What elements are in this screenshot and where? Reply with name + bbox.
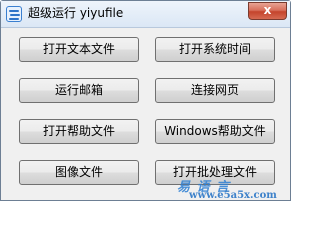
- image-file-button[interactable]: 图像文件: [19, 160, 139, 185]
- window-title: 超级运行 yiyufile: [28, 6, 124, 20]
- close-button[interactable]: x: [248, 2, 287, 20]
- title-bar[interactable]: 超级运行 yiyufile x: [1, 1, 290, 28]
- watermark-url: www.e5a5x.com: [189, 190, 277, 201]
- site-watermark: 易 语 言 www.e5a5x.com: [177, 176, 277, 201]
- connect-webpage-button[interactable]: 连接网页: [155, 78, 275, 103]
- windows-help-file-button[interactable]: Windows帮助文件: [155, 119, 275, 144]
- app-logo-icon: [6, 6, 22, 22]
- open-help-file-button[interactable]: 打开帮助文件: [19, 119, 139, 144]
- app-window: 超级运行 yiyufile x 打开文本文件 打开系统时间 运行邮箱 连接网页 …: [0, 0, 291, 201]
- open-text-file-button[interactable]: 打开文本文件: [19, 37, 139, 62]
- open-system-time-button[interactable]: 打开系统时间: [155, 37, 275, 62]
- run-mailbox-button[interactable]: 运行邮箱: [19, 78, 139, 103]
